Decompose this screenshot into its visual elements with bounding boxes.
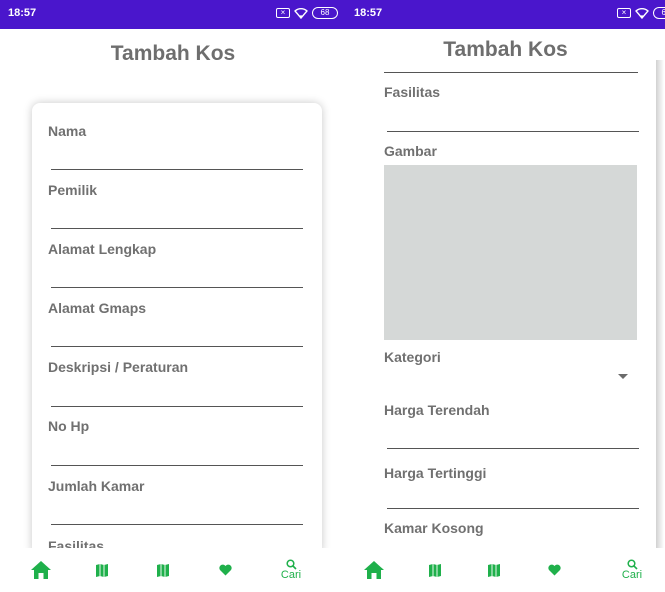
- bottom-nav: Cari: [0, 548, 346, 592]
- field-label: Alamat Gmaps: [48, 300, 147, 316]
- nav-home[interactable]: [359, 548, 389, 592]
- harga-tertinggi-input[interactable]: [387, 508, 639, 509]
- alamat-lengkap-input[interactable]: [51, 287, 303, 288]
- sim-icon: ×: [617, 8, 631, 18]
- field-alamat-gmaps: Alamat Gmaps: [48, 300, 303, 347]
- battery-icon: 67: [653, 7, 665, 19]
- jumlah-kamar-input[interactable]: [51, 524, 303, 525]
- heart-icon: [218, 564, 232, 576]
- nav-search-label: Cari: [621, 569, 643, 581]
- status-bar: 18:57 × 67: [346, 0, 665, 29]
- field-label: Kamar Kosong: [384, 520, 484, 536]
- field-kamar-kosong: Kamar Kosong: [384, 520, 639, 536]
- field-label: Alamat Lengkap: [48, 241, 157, 257]
- nama-input[interactable]: [51, 169, 303, 170]
- nav-map-2[interactable]: [482, 548, 506, 592]
- status-time: 18:57: [354, 7, 383, 19]
- field-jumlah-kamar: Jumlah Kamar: [48, 478, 303, 525]
- field-gambar: Gambar: [384, 143, 639, 159]
- nav-favorites[interactable]: [542, 548, 566, 592]
- field-harga-tertinggi: Harga Tertinggi: [384, 465, 639, 509]
- home-icon: [31, 561, 51, 579]
- battery-icon: 68: [312, 7, 338, 19]
- right-screen: 18:57 × 67 Tambah Kos Fasilitas Gambar K…: [346, 0, 665, 592]
- nav-search-label: Cari: [280, 569, 302, 581]
- deskripsi-input[interactable]: [51, 406, 303, 407]
- nav-map[interactable]: [423, 548, 447, 592]
- field-pemilik: Pemilik: [48, 182, 303, 229]
- map-icon: [157, 563, 169, 577]
- left-screen: 18:57 × 68 Tambah Kos Nama Pemilik Alama…: [0, 0, 346, 592]
- harga-terendah-input[interactable]: [387, 448, 639, 449]
- form-card: Nama Pemilik Alamat Lengkap Alamat Gmaps…: [32, 103, 322, 553]
- field-label: Harga Terendah: [384, 402, 490, 418]
- field-deskripsi: Deskripsi / Peraturan: [48, 359, 303, 407]
- previous-field-input[interactable]: [384, 72, 638, 73]
- field-no-hp: No Hp: [48, 418, 303, 466]
- nav-search[interactable]: Cari: [617, 548, 647, 592]
- pemilik-input[interactable]: [51, 228, 303, 229]
- field-fasilitas: Fasilitas: [384, 84, 639, 132]
- image-upload-area[interactable]: [384, 165, 637, 340]
- page-title: Tambah Kos: [443, 38, 568, 61]
- map-icon: [96, 563, 108, 577]
- field-kategori: Kategori: [384, 349, 639, 365]
- field-label: Deskripsi / Peraturan: [48, 359, 189, 375]
- wifi-icon: [294, 7, 308, 19]
- alamat-gmaps-input[interactable]: [51, 346, 303, 347]
- field-label: Gambar: [384, 143, 437, 159]
- field-alamat-lengkap: Alamat Lengkap: [48, 241, 303, 288]
- field-label: Harga Tertinggi: [384, 465, 487, 481]
- field-nama: Nama: [48, 123, 303, 170]
- nav-map[interactable]: [90, 548, 114, 592]
- wifi-icon: [635, 7, 649, 19]
- status-bar: 18:57 × 68: [0, 0, 346, 29]
- sim-icon: ×: [276, 8, 290, 18]
- status-time: 18:57: [8, 7, 37, 19]
- form-card-scrolled: Fasilitas Gambar Kategori Harga Terendah…: [368, 60, 664, 550]
- nav-home[interactable]: [26, 548, 56, 592]
- field-harga-terendah: Harga Terendah: [384, 402, 639, 449]
- page-title: Tambah Kos: [110, 42, 236, 65]
- field-label: Jumlah Kamar: [48, 478, 145, 494]
- field-label: Fasilitas: [384, 84, 441, 100]
- nav-search[interactable]: Cari: [276, 548, 306, 592]
- map-icon: [488, 563, 500, 577]
- field-label: Kategori: [384, 349, 441, 365]
- nav-favorites[interactable]: [213, 548, 237, 592]
- bottom-nav: Cari: [346, 548, 665, 592]
- field-label: No Hp: [48, 418, 90, 434]
- nav-map-2[interactable]: [151, 548, 175, 592]
- map-icon: [429, 563, 441, 577]
- home-icon: [364, 561, 384, 579]
- fasilitas-input[interactable]: [387, 131, 639, 132]
- no-hp-input[interactable]: [51, 465, 303, 466]
- kategori-dropdown-caret[interactable]: [618, 374, 628, 379]
- heart-icon: [547, 564, 561, 576]
- field-label: Pemilik: [48, 182, 98, 198]
- field-label: Nama: [48, 123, 87, 139]
